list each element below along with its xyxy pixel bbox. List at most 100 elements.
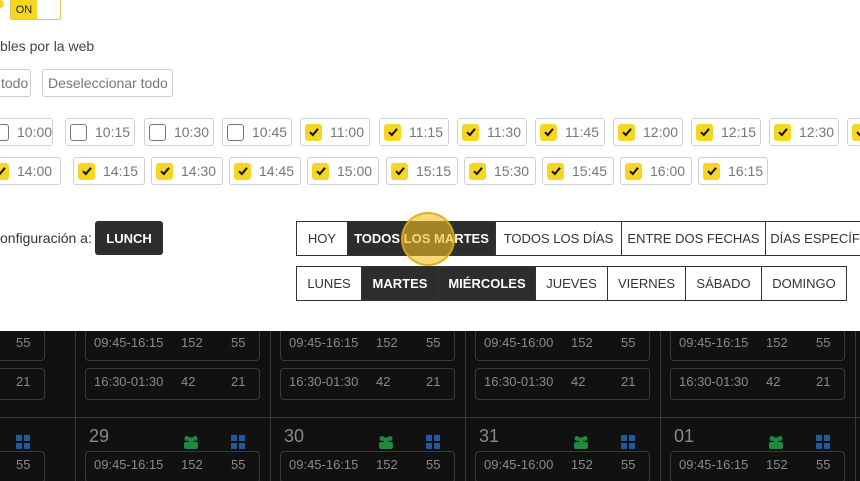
slot-count: 21 <box>231 374 246 389</box>
checkbox-icon[interactable] <box>312 162 329 180</box>
slot-count: 21 <box>426 374 441 389</box>
checkbox-icon[interactable] <box>0 162 9 180</box>
day-tab[interactable]: JUEVES <box>535 266 608 301</box>
time-slot-label: 14:30 <box>181 163 217 179</box>
people-icon[interactable] <box>183 435 199 449</box>
range-tab[interactable]: TODOS LOS DÍAS <box>495 221 622 256</box>
range-tab[interactable]: HOY <box>296 221 348 256</box>
checkbox-icon[interactable] <box>149 123 166 141</box>
time-slot-chip[interactable]: 14:00 <box>0 157 61 185</box>
tables-grid-icon[interactable] <box>231 435 245 449</box>
checkbox-icon[interactable] <box>618 123 635 141</box>
time-slot-chip[interactable]: 11:45 <box>535 118 605 146</box>
calendar-slot[interactable]: 16:30-01:30 42 21 <box>670 368 845 400</box>
checkbox-icon[interactable] <box>703 162 720 180</box>
row-divider <box>0 417 860 418</box>
checkbox-icon[interactable] <box>625 162 642 180</box>
checkbox-icon[interactable] <box>696 123 713 141</box>
slot-time: 09:45-16:00 <box>484 457 554 472</box>
time-slot-chip[interactable]: 16:15 <box>698 157 768 185</box>
day-tab[interactable]: MARTES <box>361 266 439 301</box>
time-slot-chip[interactable]: 14:45 <box>229 157 301 185</box>
calendar-slot[interactable]: 09:45-16:15 152 55 <box>85 331 260 361</box>
range-tab[interactable]: TODOS LOS MARTES <box>347 221 496 256</box>
calendar-slot[interactable]: 221 <box>0 368 45 400</box>
calendar-slot[interactable]: 09:45-16:15 152 55 <box>280 451 455 481</box>
calendar-slot[interactable]: 09:45-16:15 152 55 <box>280 331 455 361</box>
day-number: 29 <box>89 426 110 446</box>
calendar-slot[interactable]: 16:30-01:30 42 21 <box>85 368 260 400</box>
people-icon[interactable] <box>573 435 589 449</box>
calendar-slot[interactable]: 09:45-16:15 152 55 <box>670 451 845 481</box>
checkbox-icon[interactable] <box>227 123 244 141</box>
time-slot-chip[interactable]: 12:30 <box>769 118 839 146</box>
time-slot-chip[interactable]: 16:00 <box>620 157 692 185</box>
tables-grid-icon[interactable] <box>426 435 440 449</box>
checkbox-icon[interactable] <box>540 123 557 141</box>
lunch-button[interactable]: LUNCH <box>95 221 163 255</box>
time-slot-chip[interactable]: 11:00 <box>300 118 370 146</box>
deselect-all-button[interactable]: Deseleccionar todo <box>42 69 173 97</box>
time-slot-chip[interactable]: 12:15 <box>691 118 761 146</box>
time-slot-chip[interactable]: 10:30 <box>144 118 214 146</box>
slot-count: 42 <box>181 374 196 389</box>
range-tab[interactable]: DÍAS ESPECÍF <box>765 221 860 256</box>
radio-icon[interactable] <box>0 0 4 8</box>
checkbox-icon[interactable] <box>234 162 251 180</box>
web-availability-toggle[interactable]: ON <box>10 0 61 20</box>
time-slot-chip[interactable]: 11:15 <box>379 118 449 146</box>
calendar-slot[interactable]: 09:45-16:15 152 55 <box>85 451 260 481</box>
day-tab[interactable]: VIERNES <box>607 266 686 301</box>
checkbox-icon[interactable] <box>156 162 173 180</box>
checkbox-icon[interactable] <box>70 123 87 141</box>
tables-grid-icon[interactable] <box>816 435 830 449</box>
calendar-slot[interactable]: 09:45-16:15 152 55 <box>670 331 845 361</box>
checkbox-icon[interactable] <box>0 123 9 141</box>
checkbox-icon[interactable] <box>78 162 95 180</box>
day-tab[interactable]: MIÉRCOLES <box>438 266 536 301</box>
calendar-slot[interactable]: 09:45-16:00 152 55 <box>475 331 650 361</box>
people-icon[interactable] <box>378 435 394 449</box>
day-number: 01 <box>674 426 695 446</box>
calendar-slot[interactable]: 5255 <box>0 451 45 481</box>
time-slot-chip[interactable]: 11:30 <box>457 118 527 146</box>
time-slot-chip[interactable]: 15:30 <box>464 157 536 185</box>
people-icon[interactable] <box>768 435 784 449</box>
time-slot-chip[interactable]: 12:00 <box>613 118 683 146</box>
range-tab[interactable]: ENTRE DOS FECHAS <box>621 221 766 256</box>
select-all-button[interactable]: todo <box>0 69 31 97</box>
checkbox-icon[interactable] <box>305 123 322 141</box>
slot-count: 152 <box>376 335 398 350</box>
time-slot-chip[interactable]: 14:30 <box>151 157 223 185</box>
time-slot-chip[interactable]: 10:15 <box>65 118 135 146</box>
checkbox-icon[interactable] <box>462 123 479 141</box>
checkbox-icon[interactable] <box>852 123 860 141</box>
day-tab[interactable]: DOMINGO <box>761 266 847 301</box>
checkbox-icon[interactable] <box>774 123 791 141</box>
tables-grid-icon[interactable] <box>16 435 30 449</box>
checkbox-icon[interactable] <box>469 162 486 180</box>
time-slot-chip[interactable]: 15:00 <box>307 157 379 185</box>
tables-grid-icon[interactable] <box>621 435 635 449</box>
time-slot-chip[interactable]: 10:00 <box>0 118 53 146</box>
checkbox-icon[interactable] <box>391 162 408 180</box>
time-slot-chip[interactable]: 15:45 <box>542 157 614 185</box>
checkbox-icon[interactable] <box>384 123 401 141</box>
calendar-slot[interactable]: 16:30-01:30 42 21 <box>475 368 650 400</box>
column-divider <box>855 331 856 481</box>
time-slot-chip[interactable] <box>847 118 860 146</box>
checkbox-icon[interactable] <box>547 162 564 180</box>
time-slot-chip[interactable]: 15:15 <box>386 157 458 185</box>
time-slot-chip[interactable]: 14:15 <box>73 157 145 185</box>
calendar-slot[interactable]: 5255 <box>0 331 45 361</box>
day-tab[interactable]: SÁBADO <box>685 266 762 301</box>
time-slot-label: 10:15 <box>95 124 131 140</box>
time-slot-chip[interactable]: 10:45 <box>222 118 292 146</box>
column-divider <box>660 331 661 481</box>
day-number: 30 <box>284 426 305 446</box>
calendar-slot[interactable]: 09:45-16:00 152 55 <box>475 451 650 481</box>
time-slot-label: 16:15 <box>728 163 764 179</box>
calendar-slot[interactable]: 16:30-01:30 42 21 <box>280 368 455 400</box>
slot-time: 09:45-16:00 <box>484 335 554 350</box>
day-tab[interactable]: LUNES <box>296 266 362 301</box>
